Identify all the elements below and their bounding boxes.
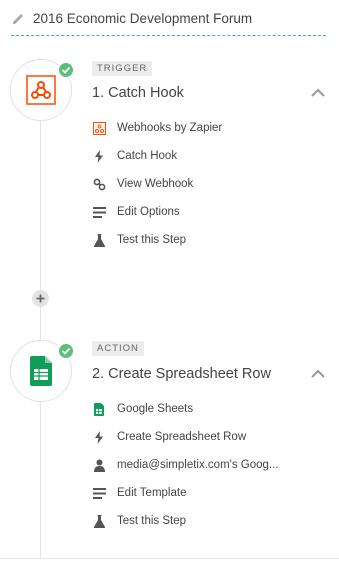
step-1-title[interactable]: 1. Catch Hook — [92, 85, 184, 101]
step-2-badge: ACTION — [92, 341, 144, 356]
step-2-edit-template-label: Edit Template — [117, 487, 187, 499]
step-1-edit-options-label: Edit Options — [117, 206, 180, 218]
step-2-account-label: media@simpletix.com's Goog... — [117, 459, 279, 471]
webhook-icon — [26, 75, 56, 105]
user-icon — [92, 458, 106, 472]
step-1-event-label: Catch Hook — [117, 150, 178, 162]
bolt-icon — [92, 149, 106, 163]
step-2-event-label: Create Spreadsheet Row — [117, 431, 247, 443]
webhook-small-icon — [92, 121, 106, 135]
step-1-chevron-up-icon[interactable] — [310, 86, 326, 98]
step-1-event-item[interactable]: Catch Hook — [92, 147, 177, 165]
zap-title-bar[interactable]: 2016 Economic Development Forum — [11, 10, 326, 36]
step-2-check-icon — [57, 342, 75, 360]
link-icon — [92, 177, 106, 191]
lines-icon — [92, 205, 106, 219]
sheets-small-icon — [92, 402, 106, 416]
step-2-title[interactable]: 2. Create Spreadsheet Row — [92, 366, 271, 382]
step-2-app-item[interactable]: Google Sheets — [92, 400, 193, 418]
step-2-app-label: Google Sheets — [117, 403, 194, 415]
zap-title[interactable]: 2016 Economic Development Forum — [33, 10, 252, 28]
google-sheets-icon — [30, 356, 52, 386]
step-1-check-icon — [57, 61, 75, 79]
step-1-view-webhook-label: View Webhook — [117, 178, 194, 190]
step-2-edit-template-item[interactable]: Edit Template — [92, 484, 186, 502]
step-1-badge: TRIGGER — [92, 61, 153, 76]
timeline-line — [40, 118, 41, 558]
step-1-edit-options-item[interactable]: Edit Options — [92, 203, 180, 221]
bolt-icon — [92, 430, 106, 444]
step-1-test-label: Test this Step — [117, 234, 187, 246]
flask-icon — [92, 233, 106, 247]
step-2-account-item[interactable]: media@simpletix.com's Goog... — [92, 456, 279, 474]
step-2-event-item[interactable]: Create Spreadsheet Row — [92, 428, 246, 446]
flask-icon — [92, 514, 106, 528]
add-step-button[interactable] — [32, 290, 49, 307]
bottom-divider — [0, 558, 339, 559]
step-2-chevron-up-icon[interactable] — [310, 367, 326, 379]
step-1-app-item[interactable]: Webhooks by Zapier — [92, 119, 222, 137]
step-1-view-webhook-item[interactable]: View Webhook — [92, 175, 193, 193]
plus-icon — [36, 294, 45, 303]
step-2-test-item[interactable]: Test this Step — [92, 512, 186, 530]
pencil-icon — [13, 14, 23, 24]
lines-icon — [92, 486, 106, 500]
step-2-test-label: Test this Step — [117, 515, 187, 527]
step-1-app-label: Webhooks by Zapier — [117, 122, 223, 134]
step-1-test-item[interactable]: Test this Step — [92, 231, 186, 249]
